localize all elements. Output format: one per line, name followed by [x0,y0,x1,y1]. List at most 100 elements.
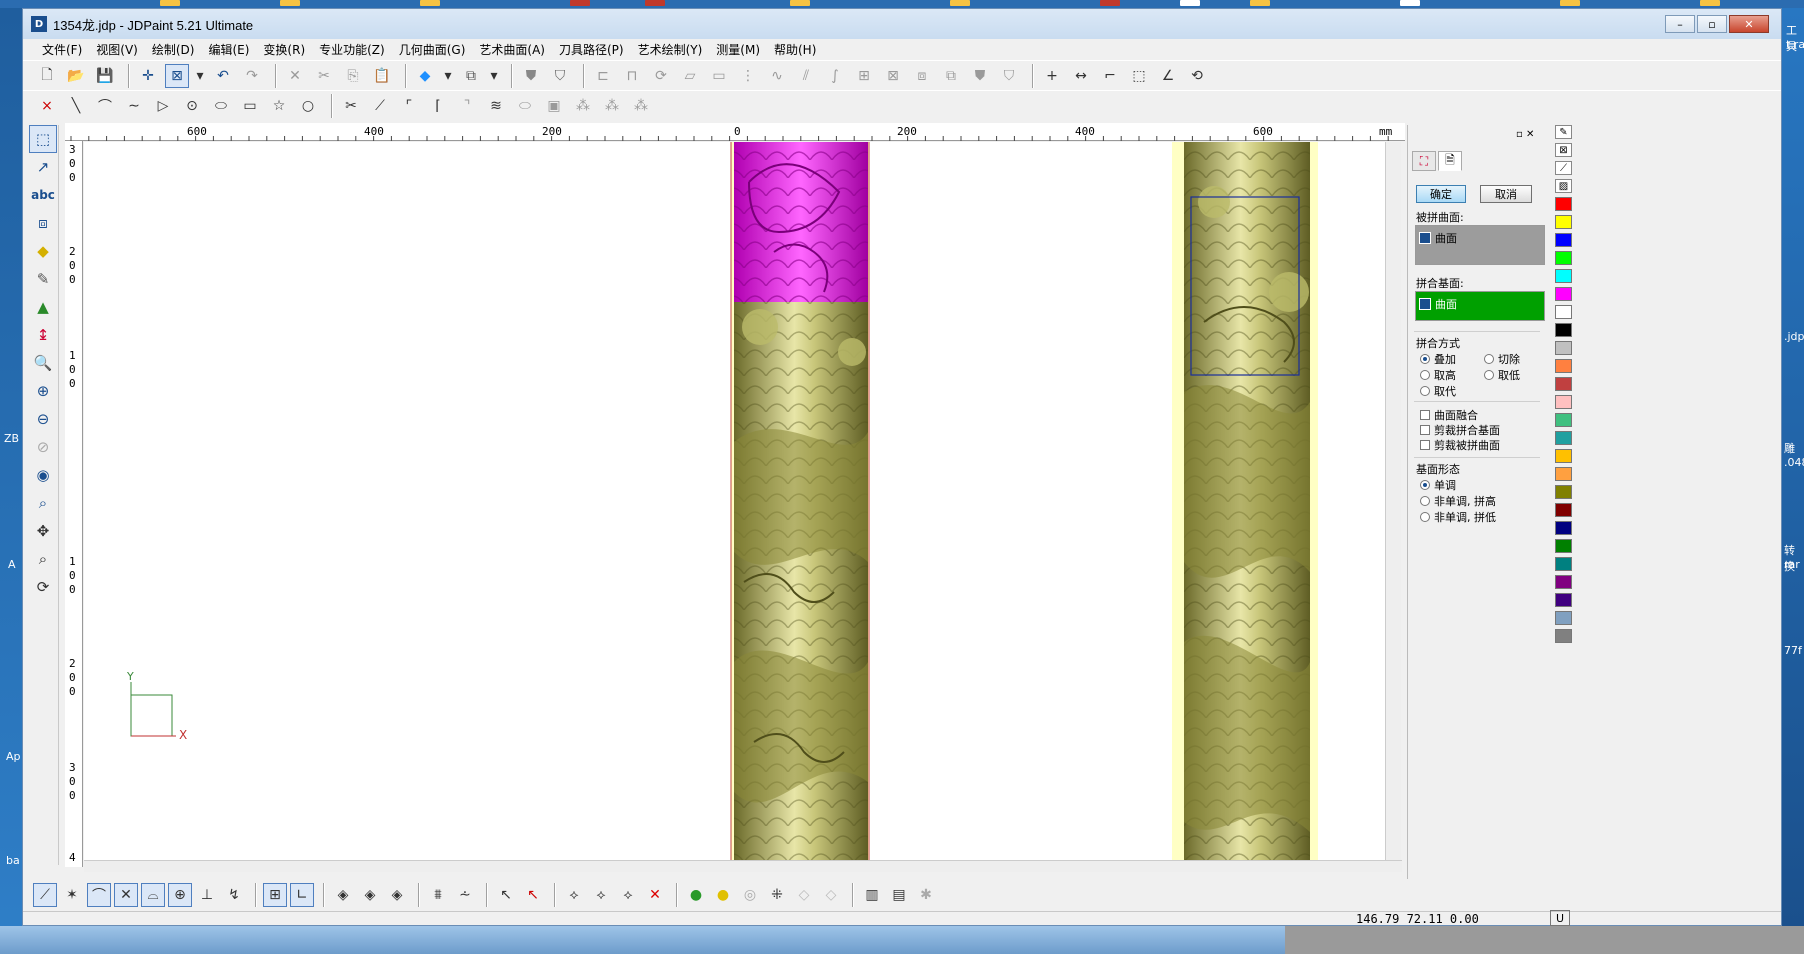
minimize-button[interactable]: – [1665,15,1695,33]
menu-measure[interactable]: 测量(M) [709,41,767,58]
unit-indicator[interactable]: U [1550,910,1570,926]
menu-draw[interactable]: 绘制(D) [145,41,202,58]
bounding-box-icon[interactable]: ⬚ [1127,64,1151,88]
snap-perpendicular-icon[interactable]: ⊥ [195,883,219,907]
curve-edit-icon[interactable]: ∿ [765,64,789,88]
lasso-icon[interactable]: ⟲ [1185,64,1209,88]
color-swatch[interactable] [1555,485,1572,499]
group-icon[interactable]: ⧈ [910,64,934,88]
menu-help[interactable]: 帮助(H) [767,41,823,58]
light-dim-b-icon[interactable]: ◇ [819,883,843,907]
oval-slot-icon[interactable]: ⬭ [513,94,537,118]
snap-tangent-icon[interactable]: ⌓ [141,883,165,907]
light-off-icon[interactable]: ◎ [738,883,762,907]
color-swatch[interactable] [1555,395,1572,409]
spliced-surface-box[interactable]: 曲面 [1415,225,1545,265]
desktop-icon[interactable] [1700,0,1720,6]
mode-add-radio[interactable]: 叠加 [1420,351,1456,367]
array-icon[interactable]: ▭ [707,64,731,88]
book-icon[interactable]: ▥ [860,883,884,907]
point-icon[interactable]: × [35,94,59,118]
node-a-icon[interactable]: ⟡ [562,883,586,907]
desktop-icon[interactable] [420,0,440,6]
align-left-icon[interactable]: ⊏ [591,64,615,88]
align-center-icon[interactable]: ⊓ [620,64,644,88]
menu-art-drawing[interactable]: 艺术绘制(Y) [631,41,710,58]
menu-file[interactable]: 文件(F) [35,41,89,58]
color-swatch[interactable] [1555,593,1572,607]
rotate-view-icon[interactable]: ⟳ [29,573,57,601]
crosshair-icon[interactable]: ✛ [136,64,160,88]
menu-edit[interactable]: 编辑(E) [201,41,256,58]
tab-surface-icon[interactable]: ⛶ [1412,151,1436,171]
light-dim-a-icon[interactable]: ◇ [792,883,816,907]
desktop-icon[interactable] [790,0,810,6]
chevron-down-icon[interactable]: ▾ [194,64,206,88]
rectangle-icon[interactable]: ▭ [238,94,262,118]
trim-icon[interactable]: ✂ [339,94,363,118]
offset-curve-icon[interactable]: ≋ [484,94,508,118]
shield-fill-icon[interactable]: ⛉ [548,64,572,88]
snap-endpoint-icon[interactable]: ⟋ [33,883,57,907]
desktop-icon[interactable] [1250,0,1270,6]
open-folder-icon[interactable]: 📂 [64,64,88,88]
magnifier-icon[interactable]: ⌕ [29,545,57,573]
offset-icon[interactable]: ⫽ [794,64,818,88]
color-swatch[interactable] [1555,557,1572,571]
frame-icon[interactable]: ▣ [542,94,566,118]
copy-icon[interactable]: ⎘ [341,64,365,88]
spline-icon[interactable]: ∫ [823,64,847,88]
plus-icon[interactable]: + [1040,64,1064,88]
title-bar[interactable]: D 1354龙.jdp - JDPaint 5.21 Ultimate – ▫ … [23,9,1781,39]
mirror-icon[interactable]: ⊠ [881,64,905,88]
color-swatch[interactable] [1555,449,1572,463]
select-box-icon[interactable]: ⊠ [165,63,189,88]
surface-blend-checkbox[interactable]: 曲面融合 [1420,407,1478,423]
layer-icon[interactable]: ⧈ [29,209,57,237]
color-swatch[interactable] [1555,539,1572,553]
polyline-icon[interactable]: ▷ [151,94,175,118]
measure-icon[interactable]: ↨ [29,321,57,349]
new-file-icon[interactable]: 🗋 [35,64,59,88]
delete-icon[interactable]: ✕ [283,64,307,88]
menu-professional[interactable]: 专业功能(Z) [312,41,392,58]
light-yellow-icon[interactable]: ● [711,883,735,907]
shape-nonmono-high-radio[interactable]: 非单调, 拼高 [1420,493,1496,509]
select-icon[interactable]: ⬚ [29,125,57,153]
diamond-grid-c-icon[interactable]: ◈ [385,883,409,907]
snap-center-icon[interactable]: ⊕ [168,883,192,907]
color-swatch[interactable] [1555,521,1572,535]
color-swatch[interactable] [1555,359,1572,373]
right-relief-column[interactable] [1172,142,1318,860]
pen-icon[interactable]: ✎ [1555,125,1572,139]
eyedropper-icon[interactable]: ⟋ [1555,161,1572,175]
measure-distance-icon[interactable]: ↔ [1069,64,1093,88]
shape-nonmono-low-radio[interactable]: 非单调, 拼低 [1420,509,1496,525]
color-swatch[interactable] [1555,413,1572,427]
vertical-scrollbar[interactable] [1385,142,1401,862]
node-edit-icon[interactable]: ↗ [29,153,57,181]
snap-arc-icon[interactable]: ⌒ [87,883,111,907]
node-b-icon[interactable]: ⟡ [589,883,613,907]
move-corner-icon[interactable]: ⌐ [1098,64,1122,88]
color-swatch[interactable] [1555,305,1572,319]
menu-view[interactable]: 视图(V) [89,41,145,58]
pick-remove-icon[interactable]: ↖ [521,883,545,907]
ungroup-icon[interactable]: ⧉ [939,64,963,88]
pan-icon[interactable]: ✥ [29,517,57,545]
delete-red-icon[interactable]: ✕ [643,883,667,907]
desktop-icon[interactable] [160,0,180,6]
mode-replace-radio[interactable]: 取代 [1420,383,1456,399]
star-icon[interactable]: ☆ [267,94,291,118]
spliced-surface-item[interactable]: 曲面 [1416,226,1544,250]
extend-icon[interactable]: ⟋ [368,94,392,118]
desktop-icon[interactable] [280,0,300,6]
line-icon[interactable]: ╲ [64,94,88,118]
horizontal-scrollbar[interactable] [84,860,1402,872]
shield-right-icon[interactable]: ⛉ [997,64,1021,88]
fill-icon[interactable]: ◆ [29,237,57,265]
base-surface-item[interactable]: 曲面 [1416,292,1544,316]
color-swatch[interactable] [1555,611,1572,625]
ellipse-icon[interactable]: ⬭ [209,94,233,118]
desktop-icon[interactable] [570,0,590,6]
